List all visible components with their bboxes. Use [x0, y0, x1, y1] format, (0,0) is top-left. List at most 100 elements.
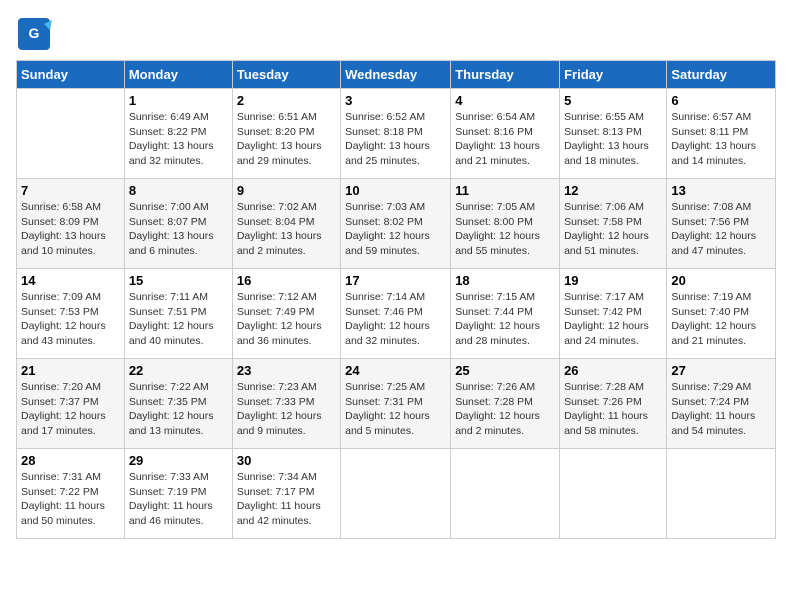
day-number: 9: [237, 183, 336, 198]
logo: G: [16, 16, 56, 52]
day-number: 7: [21, 183, 120, 198]
day-info: Sunrise: 7:23 AMSunset: 7:33 PMDaylight:…: [237, 380, 336, 439]
day-number: 21: [21, 363, 120, 378]
header-cell-wednesday: Wednesday: [341, 61, 451, 89]
calendar-week-1: 1Sunrise: 6:49 AMSunset: 8:22 PMDaylight…: [17, 89, 776, 179]
calendar-cell: 25 Sunrise: 7:26 AMSunset: 7:28 PMDayligh…: [451, 359, 560, 449]
day-info: Sunrise: 6:57 AMSunset: 8:11 PMDaylight:…: [671, 110, 771, 169]
calendar-week-3: 14Sunrise: 7:09 AMSunset: 7:53 PMDayligh…: [17, 269, 776, 359]
day-number: 11: [455, 183, 555, 198]
day-number: 13: [671, 183, 771, 198]
day-number: 20: [671, 273, 771, 288]
day-info: Sunrise: 7:00 AMSunset: 8:07 PMDaylight:…: [129, 200, 228, 259]
day-info: Sunrise: 7:08 AMSunset: 7:56 PMDaylight:…: [671, 200, 771, 259]
day-number: 29: [129, 453, 228, 468]
day-info: Sunrise: 7:19 AMSunset: 7:40 PMDaylight:…: [671, 290, 771, 349]
calendar-week-2: 7 Sunrise: 6:58 AMSunset: 8:09 PMDaylight…: [17, 179, 776, 269]
calendar-cell: 8Sunrise: 7:00 AMSunset: 8:07 PMDaylight…: [124, 179, 232, 269]
day-info: Sunrise: 6:55 AMSunset: 8:13 PMDaylight:…: [564, 110, 662, 169]
day-info: Sunrise: 7:03 AMSunset: 8:02 PMDaylight:…: [345, 200, 446, 259]
day-info: Sunrise: 6:49 AMSunset: 8:22 PMDaylight:…: [129, 110, 228, 169]
day-info: Sunrise: 7:29 AMSunset: 7:24 PMDaylight:…: [671, 380, 771, 439]
day-info: Sunrise: 7:15 AMSunset: 7:44 PMDaylight:…: [455, 290, 555, 349]
calendar-week-5: 28 Sunrise: 7:31 AMSunset: 7:22 PMDayligh…: [17, 449, 776, 539]
calendar-week-4: 21 Sunrise: 7:20 AMSunset: 7:37 PMDayligh…: [17, 359, 776, 449]
calendar-table: SundayMondayTuesdayWednesdayThursdayFrid…: [16, 60, 776, 539]
day-number: 30: [237, 453, 336, 468]
day-number: 25: [455, 363, 555, 378]
calendar-cell: 9 Sunrise: 7:02 AMSunset: 8:04 PMDaylight…: [232, 179, 340, 269]
day-number: 6: [671, 93, 771, 108]
day-info: Sunrise: 7:11 AMSunset: 7:51 PMDaylight:…: [129, 290, 228, 349]
day-number: 14: [21, 273, 120, 288]
calendar-cell: [341, 449, 451, 539]
header-cell-sunday: Sunday: [17, 61, 125, 89]
calendar-cell: 2 Sunrise: 6:51 AMSunset: 8:20 PMDaylight…: [232, 89, 340, 179]
day-info: Sunrise: 7:34 AMSunset: 7:17 PMDaylight:…: [237, 470, 336, 529]
calendar-cell: 24Sunrise: 7:25 AMSunset: 7:31 PMDayligh…: [341, 359, 451, 449]
day-number: 24: [345, 363, 446, 378]
day-info: Sunrise: 7:28 AMSunset: 7:26 PMDaylight:…: [564, 380, 662, 439]
calendar-cell: 15 Sunrise: 7:11 AMSunset: 7:51 PMDayligh…: [124, 269, 232, 359]
logo-icon: G: [16, 16, 52, 52]
day-info: Sunrise: 7:05 AMSunset: 8:00 PMDaylight:…: [455, 200, 555, 259]
day-number: 27: [671, 363, 771, 378]
day-number: 19: [564, 273, 662, 288]
calendar-cell: 4 Sunrise: 6:54 AMSunset: 8:16 PMDaylight…: [451, 89, 560, 179]
day-number: 15: [129, 273, 228, 288]
day-number: 5: [564, 93, 662, 108]
day-number: 17: [345, 273, 446, 288]
calendar-cell: [667, 449, 776, 539]
day-info: Sunrise: 7:26 AMSunset: 7:28 PMDaylight:…: [455, 380, 555, 439]
day-number: 10: [345, 183, 446, 198]
day-info: Sunrise: 6:52 AMSunset: 8:18 PMDaylight:…: [345, 110, 446, 169]
calendar-cell: 7 Sunrise: 6:58 AMSunset: 8:09 PMDaylight…: [17, 179, 125, 269]
calendar-cell: 19 Sunrise: 7:17 AMSunset: 7:42 PMDayligh…: [560, 269, 667, 359]
day-number: 28: [21, 453, 120, 468]
day-number: 2: [237, 93, 336, 108]
day-info: Sunrise: 7:33 AMSunset: 7:19 PMDaylight:…: [129, 470, 228, 529]
day-info: Sunrise: 7:14 AMSunset: 7:46 PMDaylight:…: [345, 290, 446, 349]
day-info: Sunrise: 7:20 AMSunset: 7:37 PMDaylight:…: [21, 380, 120, 439]
header-cell-friday: Friday: [560, 61, 667, 89]
calendar-cell: 30 Sunrise: 7:34 AMSunset: 7:17 PMDayligh…: [232, 449, 340, 539]
calendar-cell: 22 Sunrise: 7:22 AMSunset: 7:35 PMDayligh…: [124, 359, 232, 449]
day-number: 16: [237, 273, 336, 288]
header-cell-monday: Monday: [124, 61, 232, 89]
calendar-cell: [451, 449, 560, 539]
calendar-cell: [17, 89, 125, 179]
day-info: Sunrise: 7:06 AMSunset: 7:58 PMDaylight:…: [564, 200, 662, 259]
day-info: Sunrise: 7:31 AMSunset: 7:22 PMDaylight:…: [21, 470, 120, 529]
calendar-cell: 6 Sunrise: 6:57 AMSunset: 8:11 PMDaylight…: [667, 89, 776, 179]
day-info: Sunrise: 7:02 AMSunset: 8:04 PMDaylight:…: [237, 200, 336, 259]
day-info: Sunrise: 7:22 AMSunset: 7:35 PMDaylight:…: [129, 380, 228, 439]
calendar-cell: 3Sunrise: 6:52 AMSunset: 8:18 PMDaylight…: [341, 89, 451, 179]
day-number: 18: [455, 273, 555, 288]
calendar-cell: 28 Sunrise: 7:31 AMSunset: 7:22 PMDayligh…: [17, 449, 125, 539]
calendar-cell: 1Sunrise: 6:49 AMSunset: 8:22 PMDaylight…: [124, 89, 232, 179]
calendar-cell: 11 Sunrise: 7:05 AMSunset: 8:00 PMDayligh…: [451, 179, 560, 269]
day-number: 22: [129, 363, 228, 378]
header-cell-thursday: Thursday: [451, 61, 560, 89]
day-number: 26: [564, 363, 662, 378]
calendar-cell: 18 Sunrise: 7:15 AMSunset: 7:44 PMDayligh…: [451, 269, 560, 359]
calendar-cell: 29 Sunrise: 7:33 AMSunset: 7:19 PMDayligh…: [124, 449, 232, 539]
calendar-cell: [560, 449, 667, 539]
header-row: SundayMondayTuesdayWednesdayThursdayFrid…: [17, 61, 776, 89]
day-number: 4: [455, 93, 555, 108]
calendar-cell: 23Sunrise: 7:23 AMSunset: 7:33 PMDayligh…: [232, 359, 340, 449]
day-info: Sunrise: 6:51 AMSunset: 8:20 PMDaylight:…: [237, 110, 336, 169]
day-info: Sunrise: 6:54 AMSunset: 8:16 PMDaylight:…: [455, 110, 555, 169]
calendar-cell: 17 Sunrise: 7:14 AMSunset: 7:46 PMDayligh…: [341, 269, 451, 359]
calendar-cell: 20 Sunrise: 7:19 AMSunset: 7:40 PMDayligh…: [667, 269, 776, 359]
day-info: Sunrise: 6:58 AMSunset: 8:09 PMDaylight:…: [21, 200, 120, 259]
calendar-cell: 12Sunrise: 7:06 AMSunset: 7:58 PMDayligh…: [560, 179, 667, 269]
header-cell-tuesday: Tuesday: [232, 61, 340, 89]
day-info: Sunrise: 7:17 AMSunset: 7:42 PMDaylight:…: [564, 290, 662, 349]
calendar-cell: 13 Sunrise: 7:08 AMSunset: 7:56 PMDayligh…: [667, 179, 776, 269]
calendar-cell: 27 Sunrise: 7:29 AMSunset: 7:24 PMDayligh…: [667, 359, 776, 449]
calendar-cell: 21 Sunrise: 7:20 AMSunset: 7:37 PMDayligh…: [17, 359, 125, 449]
calendar-cell: 10 Sunrise: 7:03 AMSunset: 8:02 PMDayligh…: [341, 179, 451, 269]
day-info: Sunrise: 7:12 AMSunset: 7:49 PMDaylight:…: [237, 290, 336, 349]
calendar-cell: 14Sunrise: 7:09 AMSunset: 7:53 PMDayligh…: [17, 269, 125, 359]
